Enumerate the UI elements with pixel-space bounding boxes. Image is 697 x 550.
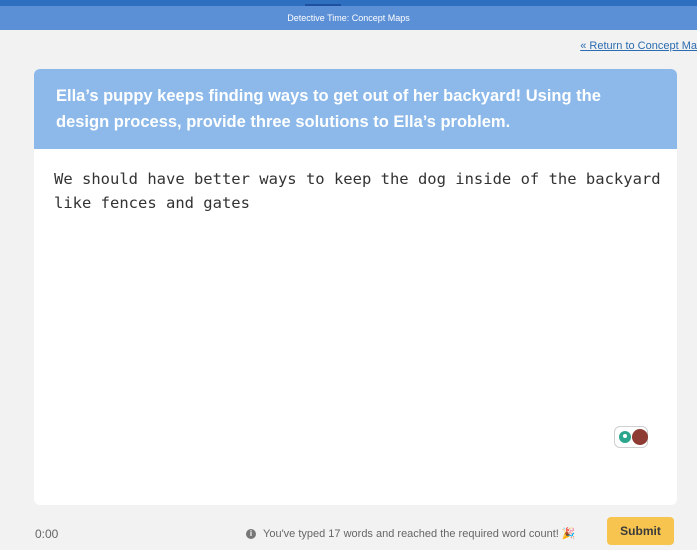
avatar[interactable] [632,429,648,445]
answer-textarea[interactable] [54,167,662,387]
lightbulb-icon[interactable] [619,431,631,443]
page-header: Detective Time: Concept Maps [0,6,697,30]
info-icon: i [246,528,256,539]
return-to-concept-maps-link[interactable]: « Return to Concept Ma [580,40,697,52]
word-count-status: i You've typed 17 words and reached the … [246,527,576,540]
submit-button[interactable]: Submit [607,517,674,545]
question-card: Ella’s puppy keeps finding ways to get o… [34,69,677,505]
question-prompt-text: Ella’s puppy keeps finding ways to get o… [56,87,601,131]
assistant-widget[interactable] [614,426,648,448]
word-count-message: You've typed 17 words and reached the re… [263,527,559,540]
page-title: Detective Time: Concept Maps [287,13,410,23]
timer: 0:00 [35,527,59,541]
question-prompt: Ella’s puppy keeps finding ways to get o… [34,69,677,149]
party-popper-icon: 🎉 [561,528,576,540]
